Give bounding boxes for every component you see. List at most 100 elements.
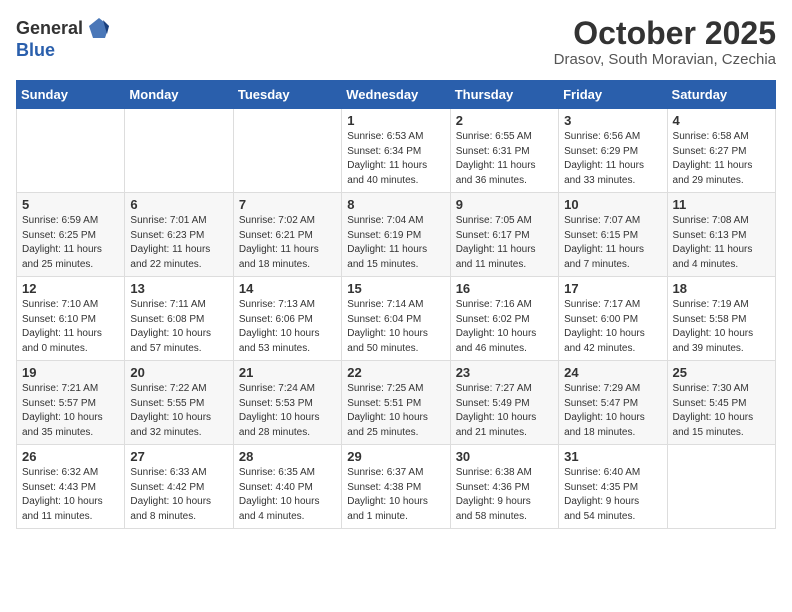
day-number: 10 — [564, 197, 661, 212]
page-header: General Blue October 2025 Drasov, South … — [16, 16, 776, 68]
day-number: 4 — [673, 113, 770, 128]
day-info: Sunrise: 7:04 AM Sunset: 6:19 PM Dayligh… — [347, 214, 444, 272]
calendar-cell: 23 Sunrise: 7:27 AM Sunset: 5:49 PM Dayli… — [450, 361, 558, 445]
day-info: Sunrise: 7:25 AM Sunset: 5:51 PM Dayligh… — [347, 382, 444, 440]
day-number: 18 — [673, 281, 770, 296]
day-number: 12 — [22, 281, 119, 296]
day-number: 23 — [456, 365, 553, 380]
calendar-cell: 31 Sunrise: 6:40 AM Sunset: 4:35 PM Dayli… — [559, 445, 667, 529]
day-number: 5 — [22, 197, 119, 212]
week-row-2: 5 Sunrise: 6:59 AM Sunset: 6:25 PM Daylig… — [17, 193, 776, 277]
day-info: Sunrise: 7:13 AM Sunset: 6:06 PM Dayligh… — [239, 298, 336, 356]
day-info: Sunrise: 7:19 AM Sunset: 5:58 PM Dayligh… — [673, 298, 770, 356]
calendar-cell: 16 Sunrise: 7:16 AM Sunset: 6:02 PM Dayli… — [450, 277, 558, 361]
day-number: 21 — [239, 365, 336, 380]
day-info: Sunrise: 6:58 AM Sunset: 6:27 PM Dayligh… — [673, 130, 770, 188]
day-info: Sunrise: 6:56 AM Sunset: 6:29 PM Dayligh… — [564, 130, 661, 188]
day-number: 6 — [130, 197, 227, 212]
weekday-header-saturday: Saturday — [667, 81, 775, 109]
calendar-cell: 29Sunrise: 6:37 AM Sunset: 4:38 PM Dayli… — [342, 445, 450, 529]
day-number: 27 — [130, 449, 227, 464]
day-info: Sunrise: 7:10 AM Sunset: 6:10 PM Dayligh… — [22, 298, 119, 356]
calendar-cell: 18 Sunrise: 7:19 AM Sunset: 5:58 PM Dayli… — [667, 277, 775, 361]
weekday-header-row: SundayMondayTuesdayWednesdayThursdayFrid… — [17, 81, 776, 109]
weekday-header-sunday: Sunday — [17, 81, 125, 109]
day-info: Sunrise: 7:05 AM Sunset: 6:17 PM Dayligh… — [456, 214, 553, 272]
day-number: 28 — [239, 449, 336, 464]
day-info: Sunrise: 7:16 AM Sunset: 6:02 PM Dayligh… — [456, 298, 553, 356]
day-number: 16 — [456, 281, 553, 296]
week-row-4: 19Sunrise: 7:21 AM Sunset: 5:57 PM Dayli… — [17, 361, 776, 445]
weekday-header-wednesday: Wednesday — [342, 81, 450, 109]
day-info: Sunrise: 7:14 AM Sunset: 6:04 PM Dayligh… — [347, 298, 444, 356]
day-info: Sunrise: 7:07 AM Sunset: 6:15 PM Dayligh… — [564, 214, 661, 272]
calendar-cell: 13 Sunrise: 7:11 AM Sunset: 6:08 PM Dayli… — [125, 277, 233, 361]
day-info: Sunrise: 6:35 AM Sunset: 4:40 PM Dayligh… — [239, 466, 336, 524]
day-number: 31 — [564, 449, 661, 464]
day-info: Sunrise: 6:40 AM Sunset: 4:35 PM Dayligh… — [564, 466, 661, 524]
day-info: Sunrise: 7:01 AM Sunset: 6:23 PM Dayligh… — [130, 214, 227, 272]
calendar-cell: 14Sunrise: 7:13 AM Sunset: 6:06 PM Dayli… — [233, 277, 341, 361]
day-number: 7 — [239, 197, 336, 212]
calendar-cell: 9 Sunrise: 7:05 AM Sunset: 6:17 PM Daylig… — [450, 193, 558, 277]
day-number: 30 — [456, 449, 553, 464]
calendar-cell: 3Sunrise: 6:56 AM Sunset: 6:29 PM Daylig… — [559, 109, 667, 193]
day-number: 26 — [22, 449, 119, 464]
calendar-cell: 11Sunrise: 7:08 AM Sunset: 6:13 PM Dayli… — [667, 193, 775, 277]
day-number: 29 — [347, 449, 444, 464]
calendar-cell: 5 Sunrise: 6:59 AM Sunset: 6:25 PM Daylig… — [17, 193, 125, 277]
day-info: Sunrise: 7:17 AM Sunset: 6:00 PM Dayligh… — [564, 298, 661, 356]
calendar-cell: 8 Sunrise: 7:04 AM Sunset: 6:19 PM Daylig… — [342, 193, 450, 277]
week-row-1: 1 Sunrise: 6:53 AM Sunset: 6:34 PM Daylig… — [17, 109, 776, 193]
calendar-cell: 28 Sunrise: 6:35 AM Sunset: 4:40 PM Dayli… — [233, 445, 341, 529]
day-number: 25 — [673, 365, 770, 380]
calendar-cell — [233, 109, 341, 193]
day-number: 13 — [130, 281, 227, 296]
day-info: Sunrise: 7:11 AM Sunset: 6:08 PM Dayligh… — [130, 298, 227, 356]
day-info: Sunrise: 7:27 AM Sunset: 5:49 PM Dayligh… — [456, 382, 553, 440]
calendar-table: SundayMondayTuesdayWednesdayThursdayFrid… — [16, 80, 776, 529]
weekday-header-friday: Friday — [559, 81, 667, 109]
calendar-cell: 22Sunrise: 7:25 AM Sunset: 5:51 PM Dayli… — [342, 361, 450, 445]
day-info: Sunrise: 7:22 AM Sunset: 5:55 PM Dayligh… — [130, 382, 227, 440]
calendar-cell: 30 Sunrise: 6:38 AM Sunset: 4:36 PM Dayli… — [450, 445, 558, 529]
logo: General Blue — [16, 16, 111, 61]
calendar-cell — [667, 445, 775, 529]
day-info: Sunrise: 7:02 AM Sunset: 6:21 PM Dayligh… — [239, 214, 336, 272]
calendar-cell: 4 Sunrise: 6:58 AM Sunset: 6:27 PM Daylig… — [667, 109, 775, 193]
day-number: 19 — [22, 365, 119, 380]
logo-blue: Blue — [16, 40, 55, 60]
calendar-cell — [17, 109, 125, 193]
day-number: 2 — [456, 113, 553, 128]
day-number: 20 — [130, 365, 227, 380]
calendar-cell: 25 Sunrise: 7:30 AM Sunset: 5:45 PM Dayli… — [667, 361, 775, 445]
calendar-cell: 27 Sunrise: 6:33 AM Sunset: 4:42 PM Dayli… — [125, 445, 233, 529]
logo-text: General Blue — [16, 16, 111, 61]
calendar-cell — [125, 109, 233, 193]
week-row-3: 12 Sunrise: 7:10 AM Sunset: 6:10 PM Dayli… — [17, 277, 776, 361]
day-info: Sunrise: 7:29 AM Sunset: 5:47 PM Dayligh… — [564, 382, 661, 440]
day-info: Sunrise: 7:30 AM Sunset: 5:45 PM Dayligh… — [673, 382, 770, 440]
calendar-cell: 17 Sunrise: 7:17 AM Sunset: 6:00 PM Dayli… — [559, 277, 667, 361]
day-info: Sunrise: 6:53 AM Sunset: 6:34 PM Dayligh… — [347, 130, 444, 188]
location-subtitle: Drasov, South Moravian, Czechia — [554, 51, 776, 68]
calendar-cell: 19Sunrise: 7:21 AM Sunset: 5:57 PM Dayli… — [17, 361, 125, 445]
weekday-header-tuesday: Tuesday — [233, 81, 341, 109]
day-number: 9 — [456, 197, 553, 212]
day-info: Sunrise: 6:59 AM Sunset: 6:25 PM Dayligh… — [22, 214, 119, 272]
calendar-cell: 15Sunrise: 7:14 AM Sunset: 6:04 PM Dayli… — [342, 277, 450, 361]
calendar-cell: 6 Sunrise: 7:01 AM Sunset: 6:23 PM Daylig… — [125, 193, 233, 277]
calendar-cell: 1 Sunrise: 6:53 AM Sunset: 6:34 PM Daylig… — [342, 109, 450, 193]
day-number: 24 — [564, 365, 661, 380]
day-info: Sunrise: 6:38 AM Sunset: 4:36 PM Dayligh… — [456, 466, 553, 524]
day-info: Sunrise: 6:32 AM Sunset: 4:43 PM Dayligh… — [22, 466, 119, 524]
day-number: 1 — [347, 113, 444, 128]
day-number: 17 — [564, 281, 661, 296]
week-row-5: 26 Sunrise: 6:32 AM Sunset: 4:43 PM Dayli… — [17, 445, 776, 529]
calendar-cell: 24 Sunrise: 7:29 AM Sunset: 5:47 PM Dayli… — [559, 361, 667, 445]
weekday-header-thursday: Thursday — [450, 81, 558, 109]
day-number: 8 — [347, 197, 444, 212]
day-info: Sunrise: 6:33 AM Sunset: 4:42 PM Dayligh… — [130, 466, 227, 524]
logo-icon — [87, 16, 111, 40]
calendar-cell: 21Sunrise: 7:24 AM Sunset: 5:53 PM Dayli… — [233, 361, 341, 445]
